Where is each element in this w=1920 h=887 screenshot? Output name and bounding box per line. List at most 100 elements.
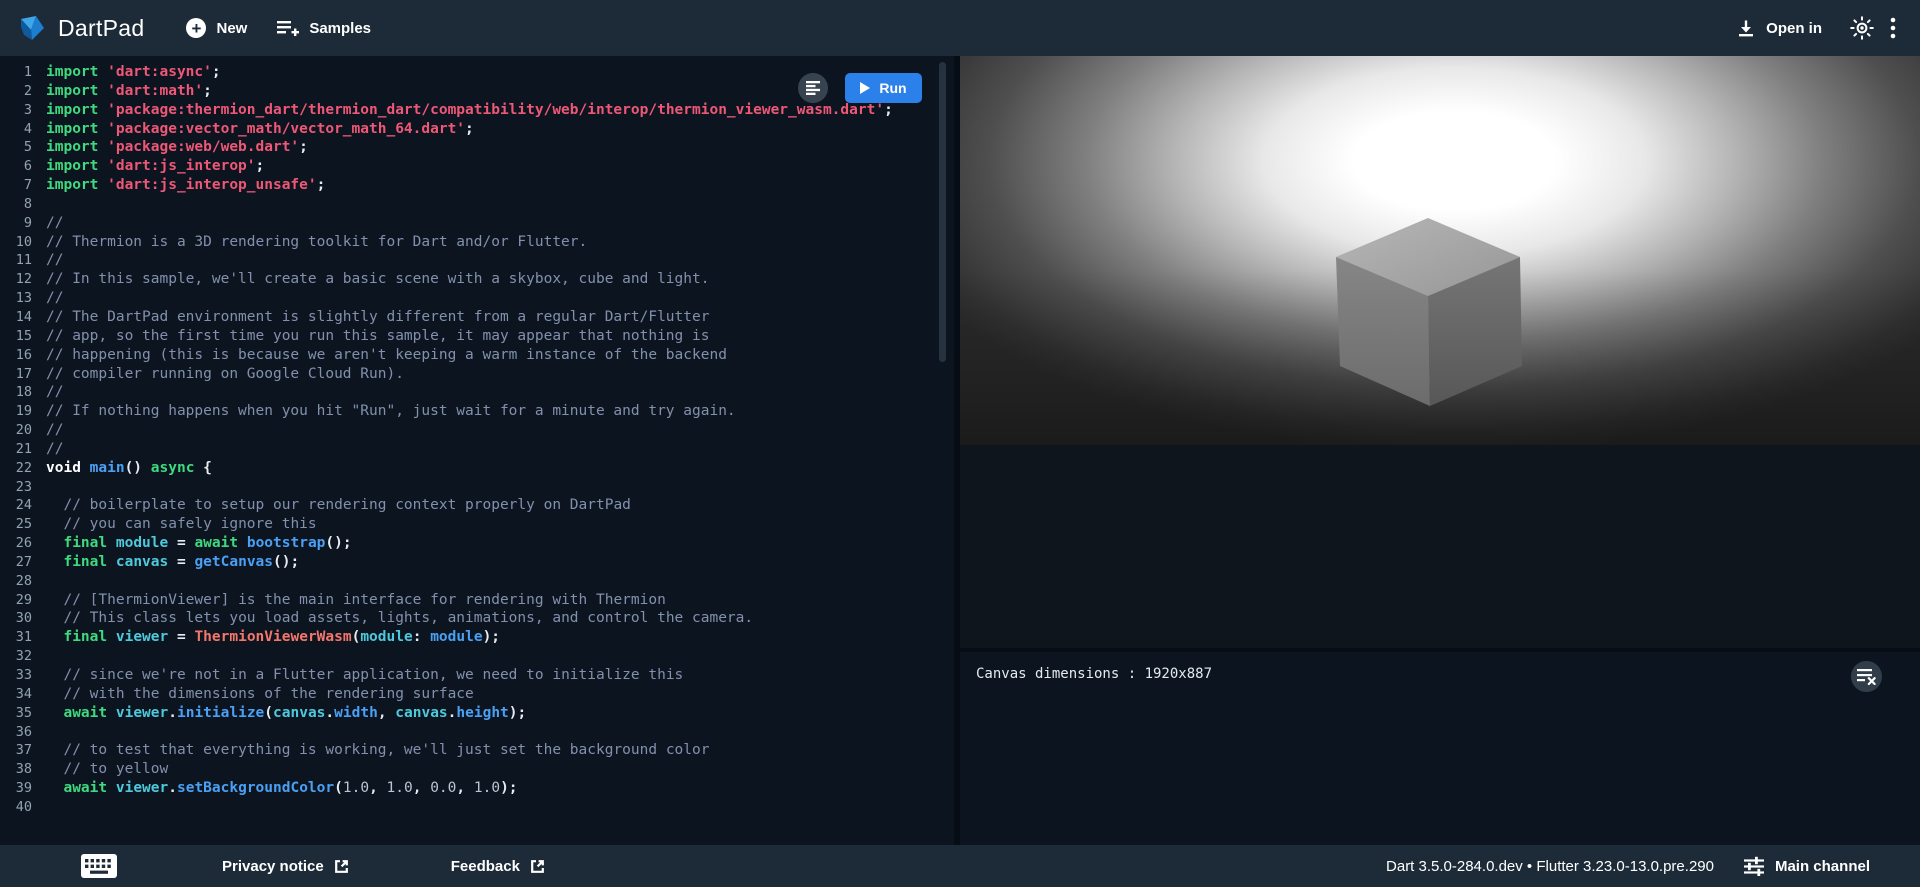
keyboard-button[interactable] — [80, 852, 118, 880]
line-source: import 'dart:async'; — [46, 63, 221, 82]
playlist-add-icon — [277, 19, 299, 37]
sdk-version-text: Dart 3.5.0-284.0.dev • Flutter 3.23.0-13… — [1386, 858, 1714, 875]
code-line: 20// — [0, 421, 954, 440]
line-source: // In this sample, we'll create a basic … — [46, 270, 709, 289]
tune-icon — [1744, 856, 1764, 876]
viewport-lower-area — [960, 445, 1920, 648]
line-number: 35 — [0, 704, 32, 723]
line-number: 23 — [0, 478, 32, 497]
code-line: 18// — [0, 383, 954, 402]
line-number: 17 — [0, 365, 32, 384]
open-in-button[interactable]: Open in — [1736, 18, 1822, 38]
console-panel: Canvas dimensions : 1920x887 — [960, 652, 1920, 845]
line-number: 36 — [0, 723, 32, 742]
line-source: import 'package:thermion_dart/thermion_d… — [46, 101, 893, 120]
line-number: 7 — [0, 176, 32, 195]
line-source: import 'dart:js_interop'; — [46, 157, 264, 176]
line-number: 4 — [0, 120, 32, 139]
code-line: 38 // to yellow — [0, 760, 954, 779]
line-source: await viewer.setBackgroundColor(1.0, 1.0… — [46, 779, 518, 798]
line-source: import 'dart:js_interop_unsafe'; — [46, 176, 325, 195]
code-lines: 1import 'dart:async';2import 'dart:math'… — [0, 63, 954, 817]
render-viewport[interactable] — [960, 56, 1920, 445]
code-line: 3import 'package:thermion_dart/thermion_… — [0, 101, 954, 120]
line-number: 33 — [0, 666, 32, 685]
code-line: 19 // If nothing happens when you hit "Ru… — [0, 402, 954, 421]
open-in-label: Open in — [1766, 20, 1822, 37]
new-button[interactable]: + New — [186, 18, 247, 38]
code-editor[interactable]: 1import 'dart:async';2import 'dart:math'… — [0, 56, 954, 845]
overflow-menu-button[interactable] — [1890, 17, 1896, 39]
code-line: 37 // to test that everything is working… — [0, 741, 954, 760]
line-number: 10 — [0, 233, 32, 252]
code-line: 32 — [0, 647, 954, 666]
line-number: 13 — [0, 289, 32, 308]
code-line: 26 final module = await bootstrap(); — [0, 534, 954, 553]
line-number: 9 — [0, 214, 32, 233]
code-line: 24 // boilerplate to setup our rendering… — [0, 496, 954, 515]
code-line: 28 — [0, 572, 954, 591]
line-number: 14 — [0, 308, 32, 327]
line-number: 21 — [0, 440, 32, 459]
output-panel: Canvas dimensions : 1920x887 — [960, 56, 1920, 845]
line-source: final canvas = getCanvas(); — [46, 553, 299, 572]
line-number: 34 — [0, 685, 32, 704]
kebab-menu-icon — [1890, 17, 1896, 39]
code-line: 16// happening (this is because we aren'… — [0, 346, 954, 365]
line-number: 37 — [0, 741, 32, 760]
code-line: 35 await viewer.initialize(canvas.width,… — [0, 704, 954, 723]
line-number: 2 — [0, 82, 32, 101]
brand: DartPad — [18, 14, 144, 42]
code-line: 12 // In this sample, we'll create a basi… — [0, 270, 954, 289]
line-number: 31 — [0, 628, 32, 647]
line-source: // If nothing happens when you hit "Run"… — [46, 402, 736, 421]
code-line: 29 // [ThermionViewer] is the main inter… — [0, 591, 954, 610]
code-line: 14 // The DartPad environment is slightly… — [0, 308, 954, 327]
download-icon — [1736, 18, 1756, 38]
code-line: 27 final canvas = getCanvas(); — [0, 553, 954, 572]
line-source: // — [46, 214, 63, 233]
code-line: 5import 'package:web/web.dart'; — [0, 138, 954, 157]
format-icon — [806, 81, 821, 95]
line-source: void main() async { — [46, 459, 212, 478]
privacy-notice-link[interactable]: Privacy notice — [222, 858, 349, 875]
line-number: 19 — [0, 402, 32, 421]
line-number: 25 — [0, 515, 32, 534]
main-area: 1import 'dart:async';2import 'dart:math'… — [0, 56, 1920, 845]
code-line: 7 import 'dart:js_interop_unsafe'; — [0, 176, 954, 195]
line-number: 38 — [0, 760, 32, 779]
line-source: // happening (this is because we aren't … — [46, 346, 727, 365]
theme-toggle-button[interactable] — [1850, 16, 1874, 40]
line-source: // The DartPad environment is slightly d… — [46, 308, 709, 327]
line-source: await viewer.initialize(canvas.width, ca… — [46, 704, 526, 723]
editor-scrollbar[interactable] — [939, 62, 946, 362]
code-line: 31 final viewer = ThermionViewerWasm(mod… — [0, 628, 954, 647]
feedback-link[interactable]: Feedback — [451, 858, 545, 875]
run-button[interactable]: Run — [845, 73, 922, 103]
samples-button[interactable]: Samples — [277, 19, 371, 37]
line-number: 11 — [0, 251, 32, 270]
channel-selector[interactable]: Main channel — [1744, 856, 1870, 876]
code-line: 9 // — [0, 214, 954, 233]
line-number: 39 — [0, 779, 32, 798]
line-number: 5 — [0, 138, 32, 157]
format-button[interactable] — [798, 73, 828, 103]
code-line: 36 — [0, 723, 954, 742]
dart-logo-icon — [18, 14, 46, 42]
line-number: 12 — [0, 270, 32, 289]
code-line: 15// app, so the first time you run this… — [0, 327, 954, 346]
line-source: final viewer = ThermionViewerWasm(module… — [46, 628, 500, 647]
code-line: 25 // you can safely ignore this — [0, 515, 954, 534]
code-line: 8 — [0, 195, 954, 214]
code-line: 40 — [0, 798, 954, 817]
line-source: // since we're not in a Flutter applicat… — [46, 666, 683, 685]
code-line: 23 — [0, 478, 954, 497]
run-button-label: Run — [879, 80, 906, 96]
dartpad-app: DartPad + New Samples Open in — [0, 0, 1920, 887]
code-line: 22void main() async { — [0, 459, 954, 478]
external-link-icon — [530, 859, 545, 874]
clear-console-button[interactable] — [1851, 661, 1882, 692]
line-number: 8 — [0, 195, 32, 214]
line-number: 18 — [0, 383, 32, 402]
line-source: import 'package:vector_math/vector_math_… — [46, 120, 474, 139]
